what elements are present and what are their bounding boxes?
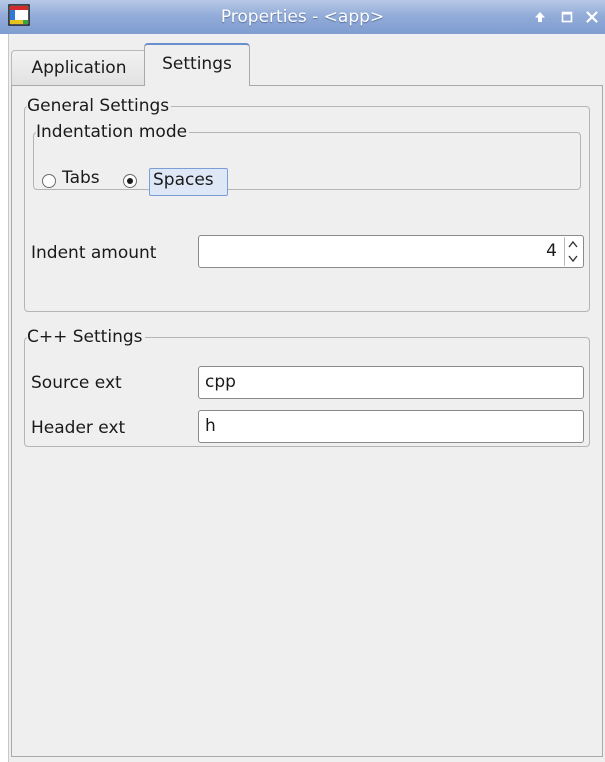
general-settings-legend: General Settings bbox=[27, 96, 170, 116]
indent-amount-spinbox[interactable]: 4 bbox=[198, 235, 584, 268]
header-ext-field[interactable]: h bbox=[198, 410, 584, 443]
settings-pane: General Settings Indentation mode Tabs S… bbox=[11, 85, 603, 757]
source-ext-field[interactable]: cpp bbox=[198, 366, 584, 399]
properties-window: Properties - <app> Application Settings … bbox=[0, 0, 605, 762]
header-ext-label: Header ext bbox=[31, 418, 126, 438]
cpp-settings-legend: C++ Settings bbox=[27, 327, 143, 347]
tab-settings[interactable]: Settings bbox=[144, 43, 250, 86]
tab-application[interactable]: Application bbox=[11, 50, 147, 85]
spin-buttons bbox=[564, 237, 582, 266]
indent-amount-label: Indent amount bbox=[31, 243, 157, 263]
indentation-mode-group: Indentation mode Tabs Spaces bbox=[33, 122, 581, 196]
general-settings-group: General Settings Indentation mode Tabs S… bbox=[24, 97, 590, 312]
shade-icon[interactable] bbox=[532, 9, 548, 25]
radio-tabs-label[interactable]: Tabs bbox=[62, 168, 100, 188]
source-ext-label: Source ext bbox=[31, 373, 122, 393]
client-area: Application Settings General Settings In… bbox=[8, 34, 605, 762]
radio-spaces[interactable] bbox=[123, 174, 137, 188]
title-bar[interactable]: Properties - <app> bbox=[0, 0, 605, 34]
close-icon[interactable] bbox=[584, 9, 600, 25]
indentation-mode-legend: Indentation mode bbox=[36, 122, 188, 142]
radio-spaces-dot bbox=[127, 178, 133, 184]
maximize-icon[interactable] bbox=[559, 9, 575, 25]
cpp-settings-group: C++ Settings Source ext cpp Header ext h bbox=[24, 328, 590, 447]
radio-spaces-label[interactable]: Spaces bbox=[153, 170, 214, 190]
window-title: Properties - <app> bbox=[220, 7, 385, 27]
spin-up-icon[interactable] bbox=[567, 239, 579, 250]
indent-amount-value: 4 bbox=[546, 241, 557, 261]
spin-down-icon[interactable] bbox=[567, 253, 579, 264]
radio-tabs[interactable] bbox=[42, 174, 56, 188]
